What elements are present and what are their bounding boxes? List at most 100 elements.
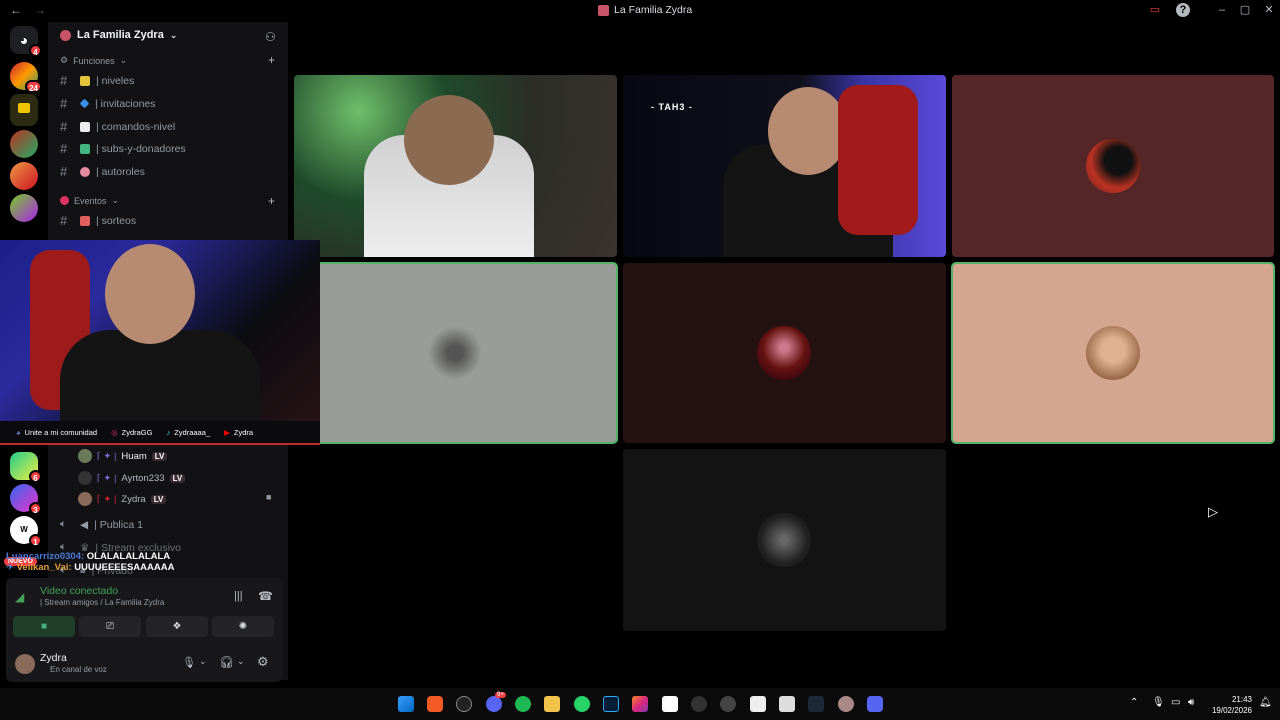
inbox-icon[interactable]: ▭ (1148, 3, 1162, 17)
chat-line: ✈ Velikan_Vai: UUUUEEEESAAAAAA (6, 562, 175, 573)
brave-icon[interactable] (427, 696, 443, 712)
server-icon-5[interactable]: 6 (10, 452, 42, 483)
channel-sorteos[interactable]: # | sorteos (60, 213, 136, 228)
discord-home-icon[interactable]: ◕ 4 (10, 26, 42, 57)
minimize-icon[interactable]: – (1215, 3, 1229, 17)
money-icon (80, 143, 90, 154)
server-icon-7[interactable]: W1 (10, 516, 42, 547)
palette-icon (80, 166, 90, 177)
title-bar: ← → La Familia Zydra ▭ ? – ▢ ✕ (0, 0, 1280, 22)
server-icon-1[interactable]: 24 (10, 62, 42, 93)
server-icon-3[interactable] (10, 162, 38, 190)
video-tile-user-7[interactable] (623, 449, 946, 631)
close-icon[interactable]: ✕ (1262, 3, 1276, 17)
back-arrow-icon[interactable]: ← (10, 3, 22, 17)
channel-invitaciones[interactable]: # | invitaciones (60, 96, 156, 111)
video-tile-user-6[interactable] (951, 262, 1275, 444)
voice-user-zydra[interactable]: ⌈ ✦ | Zydra LV (78, 492, 167, 506)
app-icon[interactable] (779, 696, 795, 712)
notification-icon[interactable]: 🔔︎ (1259, 697, 1272, 708)
app-icon[interactable] (456, 696, 472, 712)
forward-arrow-icon[interactable]: → (34, 3, 46, 17)
camera-button[interactable]: ■ (13, 616, 75, 637)
chevron-up-icon[interactable]: ⌃ (1130, 697, 1138, 708)
connection-status[interactable]: Video conectado (40, 585, 118, 597)
obs-icon[interactable] (720, 696, 736, 712)
app-icon[interactable] (838, 696, 854, 712)
microphone-icon[interactable]: 🎙︎ (182, 656, 196, 669)
server-icon-6[interactable]: 3 (10, 484, 42, 515)
voice-user-huam[interactable]: ⌈ ✦ | Huam LV (78, 449, 168, 463)
video-tile-huam[interactable] (294, 75, 617, 257)
video-tile-zydra-stream[interactable]: - TAH3 - (623, 75, 946, 257)
cursor-icon: ▷ (1208, 504, 1218, 519)
channel-subs-y-donadores[interactable]: # | subs-y-donadores (60, 141, 186, 156)
disconnect-icon[interactable]: ☎ (258, 589, 273, 603)
start-icon[interactable] (398, 696, 414, 712)
server-folder-icon[interactable] (10, 94, 38, 126)
avatar (1086, 139, 1140, 193)
avatar[interactable] (15, 654, 35, 674)
chevron-down-icon[interactable]: ⌄ (199, 656, 207, 667)
chevron-down-icon: ⌄ (119, 55, 128, 65)
video-tile-user-4[interactable] (293, 262, 618, 444)
noise-suppression-icon[interactable]: ||| (234, 590, 243, 602)
voice-channel-publica[interactable]: 🔈︎ ◀ | Publica 1 (60, 518, 143, 531)
activities-button[interactable]: ❖ (146, 616, 208, 637)
notion-icon[interactable] (662, 696, 678, 712)
discord-badge: 9+ (495, 692, 506, 698)
server-icon-4[interactable] (10, 194, 38, 222)
category-funciones[interactable]: ⚙ Funciones ⌄ (60, 55, 127, 66)
instagram-icon[interactable] (632, 696, 648, 712)
whatsapp-icon[interactable] (574, 696, 590, 712)
username: Zydra (40, 652, 67, 664)
avatar (78, 471, 92, 485)
video-tile-user-5[interactable] (623, 263, 946, 443)
category-eventos[interactable]: Eventos ⌄ (60, 195, 119, 206)
screen-share-button[interactable]: ⎚ (79, 616, 141, 637)
channel-niveles[interactable]: # | niveles (60, 73, 134, 88)
server-header[interactable]: La Familia Zydra ⌄ (60, 29, 177, 41)
volume-icon[interactable]: 🔊︎ (1188, 697, 1194, 708)
party-icon (80, 215, 90, 226)
user-panel: Zydra En canal de voz 🎙︎ ⌄ 🎧︎ ⌄ ⚙ (6, 646, 282, 680)
network-icon[interactable]: ▭ (1171, 697, 1180, 708)
discord-icon: ◕ (16, 427, 21, 437)
home-badge: 4 (29, 44, 42, 57)
diamond-icon (79, 98, 90, 109)
voice-user-ayrton[interactable]: ⌈ ✦ | Ayrton233 LV (78, 471, 186, 485)
soundboard-button[interactable]: ✺ (212, 616, 274, 637)
microphone-icon[interactable]: 🎙︎ (1152, 697, 1165, 708)
video-tile-user-3[interactable] (952, 75, 1274, 257)
add-channel-icon[interactable]: + (268, 194, 275, 208)
channel-comandos-nivel[interactable]: # | comandos-nivel (60, 119, 175, 134)
server-name: La Familia Zydra (77, 29, 164, 41)
level-badge: LV (169, 473, 186, 483)
gaming-chair (838, 85, 918, 235)
chat-overlay: Luancarrizo0304: OLALALALALALA ✈ Velikan… (6, 551, 174, 573)
chevron-down-icon[interactable]: ⌄ (237, 656, 245, 667)
invite-people-icon[interactable]: ⚇ (265, 30, 276, 44)
steam-icon[interactable] (808, 696, 824, 712)
camera-icon: ■ (266, 492, 272, 502)
help-icon[interactable]: ? (1176, 3, 1190, 17)
hash-icon: # (60, 141, 68, 156)
app-icon[interactable] (867, 696, 883, 712)
system-clock[interactable]: 21:43 19/02/2026 (1212, 694, 1252, 716)
server-badge: 6 (29, 470, 42, 483)
avatar (1086, 326, 1140, 380)
capcut-icon[interactable] (750, 696, 766, 712)
photoshop-icon[interactable] (603, 696, 619, 712)
channel-autoroles[interactable]: # | autoroles (60, 164, 145, 179)
server-icon-2[interactable] (10, 130, 38, 158)
spotify-icon[interactable] (515, 696, 531, 712)
hash-icon: # (60, 164, 68, 179)
app-icon[interactable] (691, 696, 707, 712)
add-channel-icon[interactable]: + (268, 53, 275, 67)
headphones-icon[interactable]: 🎧︎ (219, 655, 234, 669)
popout-video[interactable]: ◕ Unite a mi comunidad ◎ ZydraGG ♪ Zydraaaa… (0, 240, 320, 445)
gear-icon[interactable]: ⚙ (257, 654, 269, 670)
maximize-icon[interactable]: ▢ (1238, 3, 1252, 17)
file-explorer-icon[interactable] (544, 696, 560, 712)
discord-icon[interactable] (486, 696, 502, 712)
